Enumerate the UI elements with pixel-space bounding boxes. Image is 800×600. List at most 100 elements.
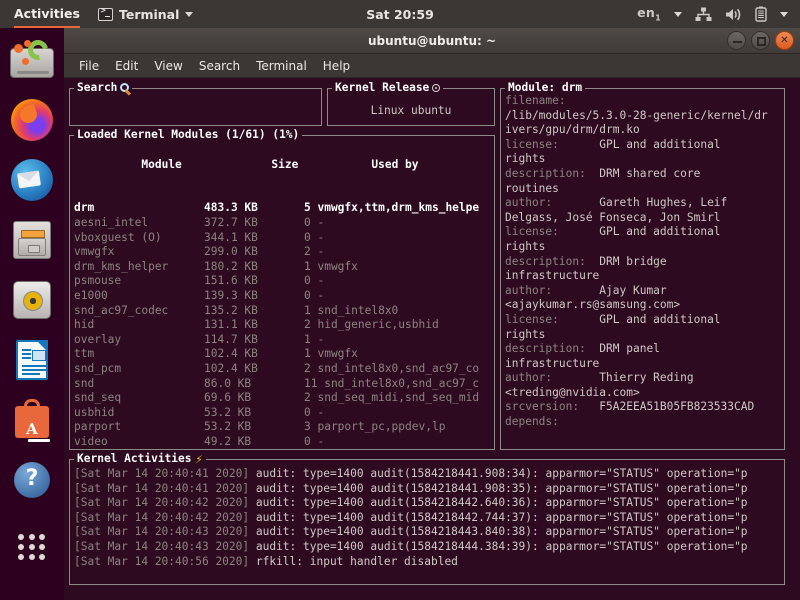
- table-row[interactable]: snd 86.0 KB 11 snd_intel8x0,snd_ac97_c: [74, 377, 490, 392]
- detail-label: license:: [505, 137, 600, 151]
- log-line: [Sat Mar 14 20:40:41 2020] audit: type=1…: [74, 482, 780, 497]
- module-detail-panel[interactable]: Module: drm filename: /lib/modules/5.3.0…: [500, 81, 785, 450]
- cell-size: 299.0 KB: [204, 245, 258, 259]
- table-row[interactable]: ttm 102.4 KB 1 vmwgfx: [74, 347, 490, 362]
- doc-image-icon: [32, 350, 46, 361]
- dock-item-files[interactable]: [8, 216, 56, 264]
- cell-size: 344.1 KB: [204, 230, 258, 244]
- table-row[interactable]: snd_pcm 102.4 KB 2 snd_intel8x0,snd_ac97_c…: [74, 362, 490, 377]
- doc-line-icon: [22, 357, 31, 359]
- firefox-icon: [11, 99, 53, 141]
- dock-item-backups[interactable]: [8, 36, 56, 84]
- module-detail-line: license: GPL and additional: [505, 225, 780, 240]
- detail-value: routines: [505, 181, 559, 195]
- module-detail-line: <treding@nvidia.com>: [505, 386, 780, 401]
- table-row[interactable]: e1000 139.3 KB 0 -: [74, 289, 490, 304]
- module-detail-line: <ajaykumar.rs@samsung.com>: [505, 298, 780, 313]
- cell-module: snd_pcm: [74, 361, 122, 375]
- table-row[interactable]: vboxguest (O) 344.1 KB 0 -: [74, 231, 490, 246]
- detail-label: author:: [505, 196, 600, 210]
- search-panel-title: Search: [74, 81, 133, 95]
- detail-value: infrastructure: [505, 269, 600, 283]
- table-row[interactable]: psmouse 151.6 KB 0 -: [74, 274, 490, 289]
- cell-module: video: [74, 434, 108, 448]
- system-tray: en1: [637, 5, 800, 23]
- volume-icon[interactable]: [725, 7, 742, 22]
- lightning-bolt-icon: ⚡: [195, 452, 203, 466]
- cell-module: snd_seq: [74, 391, 122, 405]
- kernel-release-value: Linux ubuntu: [370, 104, 452, 117]
- log-line: [Sat Mar 14 20:40:42 2020] audit: type=1…: [74, 511, 780, 526]
- cell-module: drm: [74, 201, 95, 215]
- cell-module: snd: [74, 376, 95, 390]
- dock-item-show-applications[interactable]: [8, 522, 56, 570]
- cell-used-by: 1 vmwgfx: [304, 347, 358, 361]
- table-row[interactable]: overlay 114.7 KB 1 -: [74, 333, 490, 348]
- detail-value: DRM shared core: [599, 166, 701, 180]
- dock-item-help[interactable]: [8, 456, 56, 504]
- system-menu-chevron-down-icon[interactable]: [780, 11, 788, 17]
- files-paper-icon: [21, 230, 45, 238]
- module-detail-line: description: DRM panel: [505, 342, 780, 357]
- launcher-dock: A: [0, 28, 64, 600]
- menu-help[interactable]: Help: [316, 57, 357, 75]
- modules-table-body[interactable]: drm 483.3 KB 5 vmwgfx,ttm,drm_kms_helpe aes…: [74, 201, 490, 449]
- app-menu-terminal[interactable]: Terminal: [97, 6, 194, 22]
- module-detail-line: srcversion: F5A2EEA51B05FB823533CAD: [505, 400, 780, 415]
- minimize-button[interactable]: [727, 31, 746, 50]
- table-row[interactable]: aesni_intel 372.7 KB 0 -: [74, 216, 490, 231]
- network-icon[interactable]: [695, 7, 712, 22]
- dock-item-thunderbird[interactable]: [8, 156, 56, 204]
- menu-terminal[interactable]: Terminal: [249, 57, 314, 75]
- column-header-used-by: Used by: [371, 157, 419, 171]
- dock-item-libreoffice-writer[interactable]: [8, 336, 56, 384]
- table-row[interactable]: parport 53.2 KB 3 parport_pc,ppdev,lp: [74, 420, 490, 435]
- cell-size: 114.7 KB: [204, 332, 258, 346]
- dock-item-rhythmbox[interactable]: [8, 276, 56, 324]
- close-button[interactable]: ✕: [775, 31, 794, 50]
- table-row[interactable]: hid 131.1 KB 2 hid_generic,usbhid: [74, 318, 490, 333]
- cell-size: 131.1 KB: [204, 318, 258, 332]
- table-row[interactable]: video 49.2 KB 0 -: [74, 435, 490, 449]
- detail-value: DRM panel: [599, 342, 660, 356]
- table-row[interactable]: vmwgfx 299.0 KB 2 -: [74, 245, 490, 260]
- menu-bar: File Edit View Search Terminal Help: [64, 54, 800, 78]
- menu-view[interactable]: View: [147, 57, 189, 75]
- detail-value: Delgass, José Fonseca, Jon Smirl: [505, 210, 721, 224]
- terminal-screen[interactable]: Search Kernel Release Linux ubuntu Loade…: [64, 78, 800, 600]
- cell-used-by: 0 -: [304, 434, 325, 448]
- dock-item-firefox[interactable]: [8, 96, 56, 144]
- kernel-activities-panel[interactable]: Kernel Activities ⚡ [Sat Mar 14 20:40:41 …: [69, 452, 785, 585]
- log-line: [Sat Mar 14 20:40:42 2020] audit: type=1…: [74, 496, 780, 511]
- detail-value: Ajay Kumar: [599, 283, 667, 297]
- dock-item-ubuntu-software[interactable]: A: [8, 396, 56, 444]
- modules-panel[interactable]: Loaded Kernel Modules (1/61) (1%) Module…: [69, 128, 495, 450]
- menu-search[interactable]: Search: [192, 57, 247, 75]
- kernel-release-title: Kernel Release: [332, 81, 444, 95]
- detail-value: F5A2EEA51B05FB823533CAD: [599, 400, 755, 414]
- table-row[interactable]: usbhid 53.2 KB 0 -: [74, 406, 490, 421]
- window-titlebar[interactable]: ubuntu@ubuntu: ~ ✕: [64, 28, 800, 54]
- cell-size: 372.7 KB: [204, 215, 258, 229]
- maximize-button[interactable]: [751, 31, 770, 50]
- help-icon: [14, 462, 50, 498]
- table-row[interactable]: snd_ac97_codec 135.2 KB 1 snd_intel8x0: [74, 304, 490, 319]
- detail-label: depends:: [505, 415, 600, 429]
- table-row[interactable]: drm 483.3 KB 5 vmwgfx,ttm,drm_kms_helpe: [74, 201, 490, 216]
- menu-file[interactable]: File: [72, 57, 106, 75]
- module-detail-line: rights: [505, 152, 780, 167]
- activities-button[interactable]: Activities: [0, 0, 92, 28]
- module-detail-line: filename:: [505, 94, 780, 109]
- keyboard-chevron-down-icon[interactable]: [674, 11, 682, 17]
- search-panel[interactable]: Search: [69, 81, 322, 126]
- table-row[interactable]: drm_kms_helper 180.2 KB 1 vmwgfx: [74, 260, 490, 275]
- keyboard-layout-indicator[interactable]: en1: [637, 5, 661, 23]
- kernel-activities-title: Kernel Activities ⚡: [74, 452, 206, 466]
- cell-size: 49.2 KB: [204, 434, 252, 448]
- doc-line-icon: [22, 349, 31, 351]
- menu-edit[interactable]: Edit: [108, 57, 145, 75]
- cell-used-by: 1 -: [304, 332, 325, 346]
- log-message: audit: type=1400 audit(1584218444.384:39…: [255, 539, 748, 553]
- table-row[interactable]: snd_seq 69.6 KB 2 snd_seq_midi,snd_seq_mid: [74, 391, 490, 406]
- battery-icon[interactable]: [755, 6, 767, 22]
